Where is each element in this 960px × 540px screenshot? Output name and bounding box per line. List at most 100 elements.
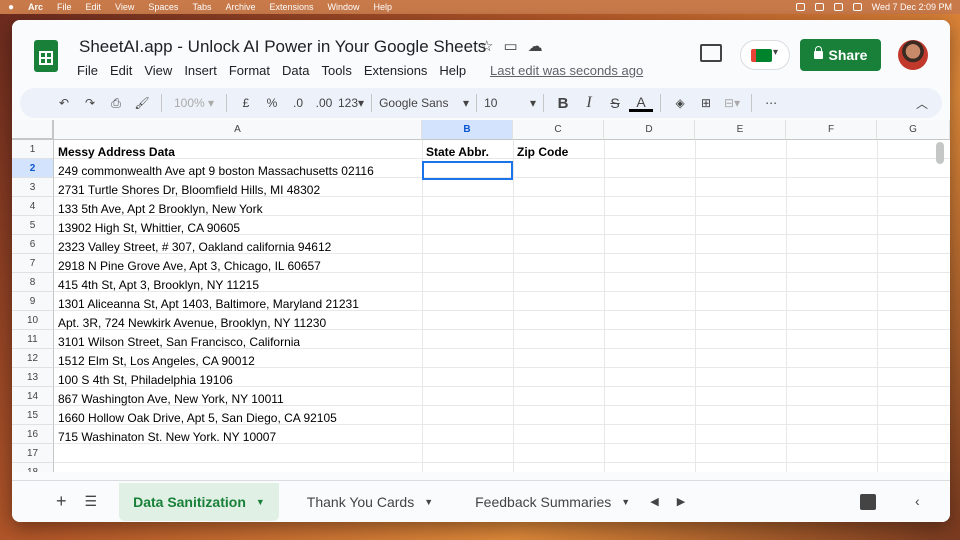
row-header[interactable]: 15 xyxy=(12,406,54,425)
address-cell[interactable]: 3101 Wilson Street, San Francisco, Calif… xyxy=(54,332,422,351)
share-button[interactable]: Share xyxy=(800,39,881,71)
address-cell[interactable]: 715 Washinaton St. New York. NY 10007 xyxy=(54,427,422,446)
status-icon-1[interactable] xyxy=(795,3,805,11)
undo-icon[interactable]: ↶ xyxy=(52,91,76,115)
row-header[interactable]: 18 xyxy=(12,463,54,472)
fill-color-icon[interactable]: ◈ xyxy=(668,91,692,115)
address-cell[interactable]: 13902 High St, Whittier, CA 90605 xyxy=(54,218,422,237)
docs-menu-extensions[interactable]: Extensions xyxy=(364,63,428,78)
spreadsheet-grid[interactable]: A B C D E F G 1 2 3 4 5 6 7 8 9 10 11 12 13 14 15 16 17 1… xyxy=(12,120,950,472)
address-cell[interactable]: 1512 Elm St, Los Angeles, CA 90012 xyxy=(54,351,422,370)
docs-menu-data[interactable]: Data xyxy=(282,63,309,78)
docs-menu-edit[interactable]: Edit xyxy=(110,63,132,78)
docs-menu-format[interactable]: Format xyxy=(229,63,270,78)
docs-menu-help[interactable]: Help xyxy=(439,63,466,78)
collapse-side-panel-icon[interactable]: ‹ xyxy=(915,493,920,509)
column-header-g[interactable]: G xyxy=(877,120,950,140)
menu-window[interactable]: Window xyxy=(328,2,360,12)
address-cell[interactable]: 1301 Aliceanna St, Apt 1403, Baltimore, … xyxy=(54,294,422,313)
address-cell[interactable]: 133 5th Ave, Apt 2 Brooklyn, New York xyxy=(54,199,422,218)
merge-cells-icon[interactable]: ⊟▾ xyxy=(720,91,744,115)
more-formats-button[interactable]: 123 ▾ xyxy=(338,91,364,115)
column-header-b[interactable]: B xyxy=(422,120,513,140)
cell-a1[interactable]: Messy Address Data xyxy=(54,142,422,161)
font-select[interactable]: Google Sans ▾ xyxy=(379,91,469,115)
docs-menu-tools[interactable]: Tools xyxy=(321,63,351,78)
comment-history-icon[interactable] xyxy=(700,44,722,62)
font-size-select[interactable]: 10 ▾ xyxy=(484,91,536,115)
column-header-a[interactable]: A xyxy=(54,120,422,140)
row-header[interactable]: 7 xyxy=(12,254,54,273)
menu-tabs[interactable]: Tabs xyxy=(192,2,211,12)
print-icon[interactable]: ⎙ xyxy=(104,91,128,115)
chevron-left-icon[interactable]: ◀ xyxy=(650,495,658,508)
wifi-icon[interactable] xyxy=(833,3,843,11)
menu-file[interactable]: File xyxy=(57,2,72,12)
address-cell[interactable]: 2323 Valley Street, # 307, Oakland calif… xyxy=(54,237,422,256)
docs-menu-view[interactable]: View xyxy=(144,63,172,78)
meet-button[interactable] xyxy=(740,40,790,70)
row-header[interactable]: 4 xyxy=(12,197,54,216)
address-cell[interactable]: Apt. 3R, 724 Newkirk Avenue, Brooklyn, N… xyxy=(54,313,422,332)
address-cell[interactable]: 100 S 4th St, Philadelphia 19106 xyxy=(54,370,422,389)
zoom-select[interactable]: 100% ▾ xyxy=(169,91,219,115)
add-sheet-button[interactable]: + xyxy=(56,491,67,512)
search-icon[interactable] xyxy=(852,3,862,11)
last-edit-link[interactable]: Last edit was seconds ago xyxy=(490,63,643,78)
vertical-scrollbar[interactable] xyxy=(936,142,944,164)
row-header[interactable]: 1 xyxy=(12,140,54,159)
move-folder-icon[interactable]: ▭ xyxy=(503,37,517,55)
row-header[interactable]: 16 xyxy=(12,425,54,444)
address-cell[interactable]: 415 4th St, Apt 3, Brooklyn, NY 11215 xyxy=(54,275,422,294)
menu-archive[interactable]: Archive xyxy=(225,2,255,12)
italic-button[interactable]: I xyxy=(577,91,601,115)
menu-view[interactable]: View xyxy=(115,2,134,12)
sheets-logo-icon[interactable] xyxy=(34,40,58,72)
more-options-button[interactable]: ⋯ xyxy=(759,91,783,115)
cell-c1[interactable]: Zip Code xyxy=(513,142,604,161)
select-all-corner[interactable] xyxy=(12,120,54,140)
chevron-up-icon[interactable]: ︿ xyxy=(910,91,934,115)
menu-edit[interactable]: Edit xyxy=(86,2,102,12)
row-header[interactable]: 8 xyxy=(12,273,54,292)
row-header[interactable]: 5 xyxy=(12,216,54,235)
row-header[interactable]: 2 xyxy=(12,159,54,178)
apple-icon[interactable]: ● xyxy=(8,2,18,13)
row-header[interactable]: 13 xyxy=(12,368,54,387)
row-header[interactable]: 10 xyxy=(12,311,54,330)
column-header-f[interactable]: F xyxy=(786,120,877,140)
row-header[interactable]: 12 xyxy=(12,349,54,368)
explore-icon[interactable] xyxy=(860,494,876,510)
row-header[interactable]: 11 xyxy=(12,330,54,349)
row-header[interactable]: 17 xyxy=(12,444,54,463)
decrease-decimal-button[interactable]: .0 xyxy=(286,91,310,115)
star-icon[interactable]: ☆ xyxy=(480,37,493,55)
address-cell[interactable]: 867 Washington Ave, New York, NY 10011 xyxy=(54,389,422,408)
status-icon-2[interactable] xyxy=(814,3,824,11)
increase-decimal-button[interactable]: .00 xyxy=(312,91,336,115)
docs-menu-insert[interactable]: Insert xyxy=(184,63,217,78)
cell-b1[interactable]: State Abbr. xyxy=(422,142,513,161)
cloud-status-icon[interactable]: ☁ xyxy=(528,37,543,55)
paint-format-icon[interactable]: 🖌 xyxy=(130,91,154,115)
strikethrough-button[interactable]: S xyxy=(603,91,627,115)
menu-help[interactable]: Help xyxy=(374,2,393,12)
bold-button[interactable]: B xyxy=(551,91,575,115)
row-header[interactable]: 3 xyxy=(12,178,54,197)
text-color-button[interactable]: A xyxy=(629,94,654,112)
menu-app[interactable]: Arc xyxy=(28,2,43,12)
tab-feedback-summaries[interactable]: Feedback Summaries ▼ xyxy=(461,483,644,521)
address-cell[interactable]: 2731 Turtle Shores Dr, Bloomfield Hills,… xyxy=(54,180,422,199)
address-cell[interactable]: 2918 N Pine Grove Ave, Apt 3, Chicago, I… xyxy=(54,256,422,275)
percent-button[interactable]: % xyxy=(260,91,284,115)
address-cell[interactable]: 1660 Hollow Oak Drive, Apt 5, San Diego,… xyxy=(54,408,422,427)
all-sheets-icon[interactable]: ☰ xyxy=(85,493,98,510)
column-header-c[interactable]: C xyxy=(513,120,604,140)
docs-menu-file[interactable]: File xyxy=(77,63,98,78)
row-header[interactable]: 9 xyxy=(12,292,54,311)
row-header[interactable]: 14 xyxy=(12,387,54,406)
redo-icon[interactable]: ↷ xyxy=(78,91,102,115)
column-header-e[interactable]: E xyxy=(695,120,786,140)
address-cell[interactable]: 249 commonwealth Ave apt 9 boston Massac… xyxy=(54,161,422,180)
selected-cell-b2[interactable] xyxy=(422,161,513,180)
